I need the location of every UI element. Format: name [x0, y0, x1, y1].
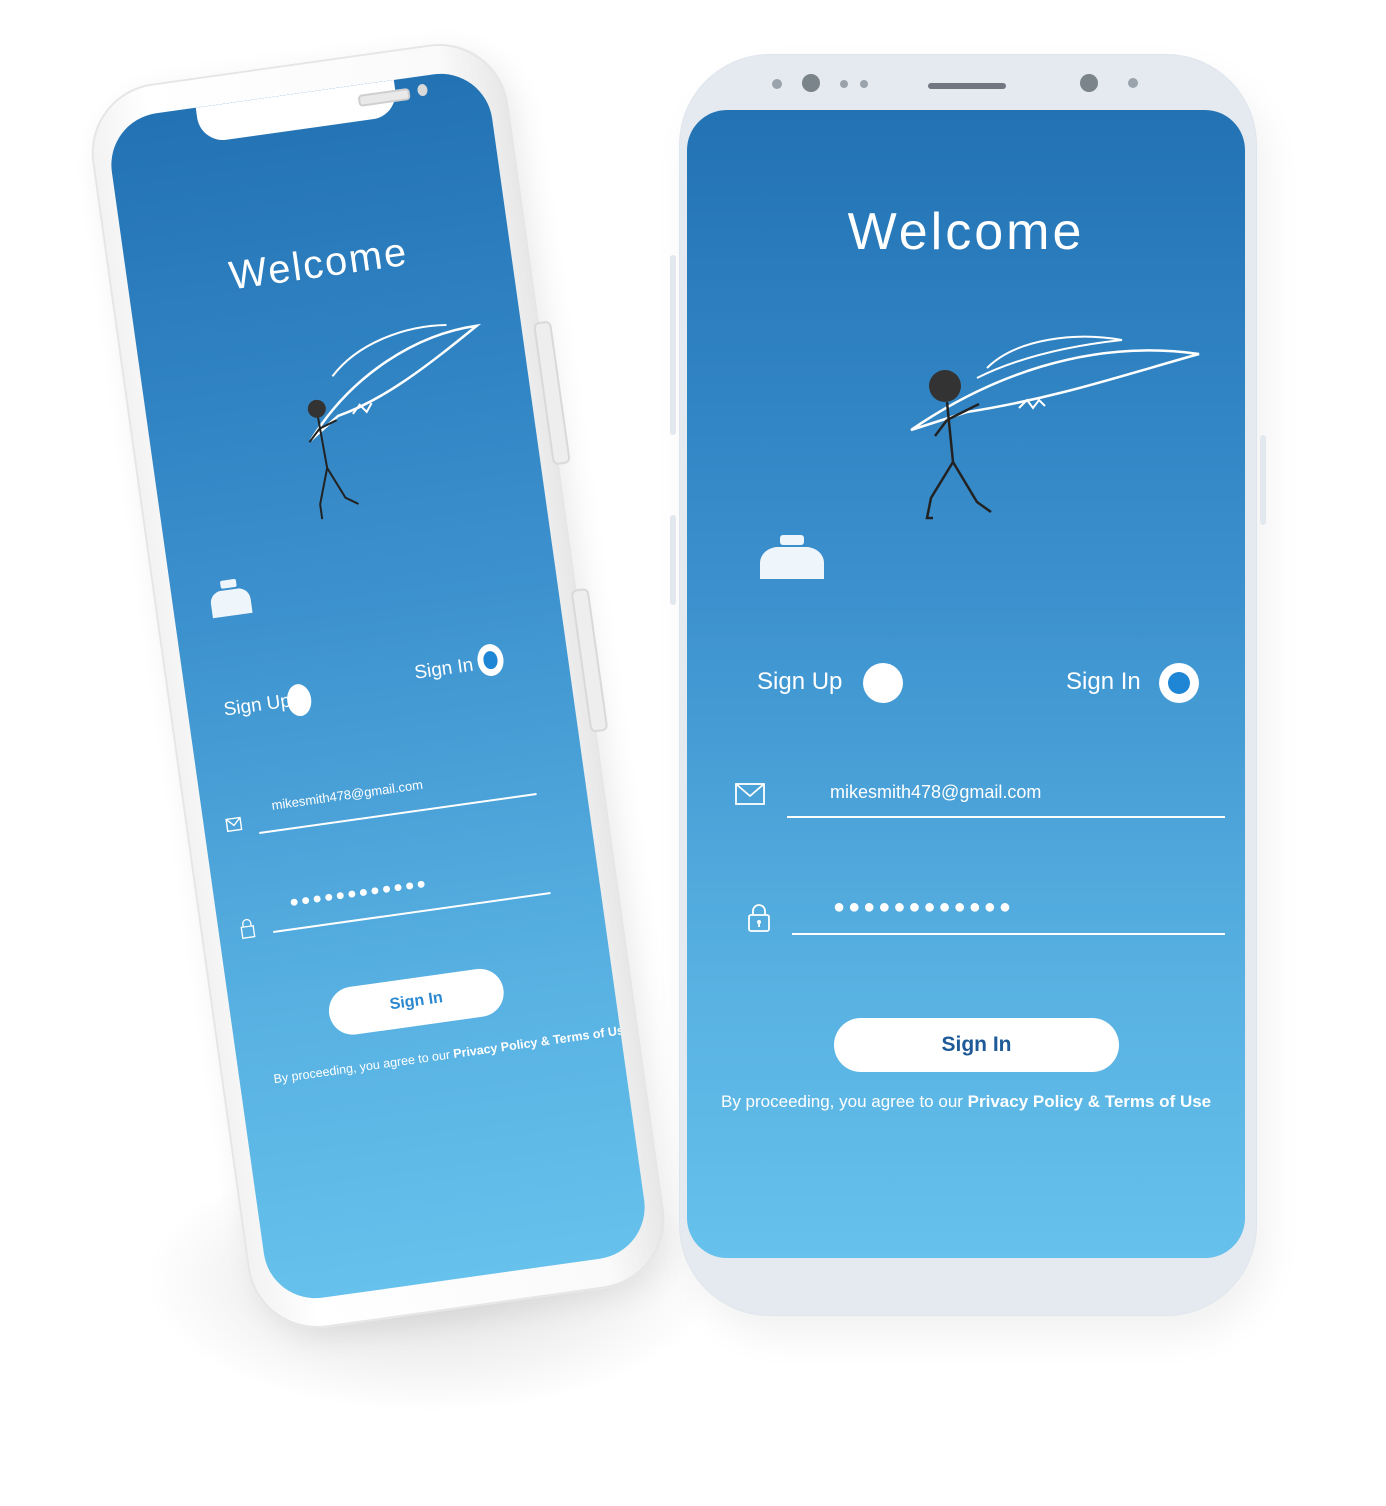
terms-link[interactable]: Privacy Policy & Terms of Use — [452, 1022, 631, 1061]
signin-radio[interactable] — [475, 642, 506, 678]
signin-button[interactable]: Sign In — [325, 965, 507, 1038]
iris-scanner — [1080, 74, 1098, 92]
sensor-dot — [1128, 78, 1138, 88]
stick-figure-feather-illustration — [307, 323, 482, 520]
earpiece — [928, 83, 1006, 89]
inkwell-icon — [210, 579, 253, 619]
sensor-dot — [860, 80, 868, 88]
terms-prefix: By proceeding, you agree to our — [272, 1047, 455, 1087]
signin-button[interactable]: Sign In — [834, 1018, 1119, 1072]
front-camera — [416, 83, 429, 97]
lock-icon — [240, 918, 256, 940]
power-button — [1260, 435, 1266, 525]
terms-prefix: By proceeding, you agree to our — [721, 1092, 968, 1111]
login-screen: Welcome Sign Up Sign In mikesmith478@gma… — [687, 110, 1245, 1258]
password-input[interactable]: ●●●●●●●●●●●● — [833, 896, 1014, 919]
volume-button — [670, 255, 676, 435]
signup-label: Sign Up — [222, 690, 293, 721]
email-underline — [787, 816, 1225, 818]
signin-label: Sign In — [413, 654, 475, 684]
stick-figure-feather-illustration — [910, 335, 1200, 520]
password-underline — [792, 933, 1225, 935]
envelope-icon — [225, 816, 243, 833]
inkwell-icon — [760, 535, 824, 579]
iphone-mockup: Welcome Sign Up Sign In mikesmith478@gma… — [82, 34, 674, 1338]
lock-icon — [748, 904, 770, 932]
sensor-dot — [840, 80, 848, 88]
signin-label: Sign In — [1066, 668, 1141, 695]
email-input[interactable]: mikesmith478@gmail.com — [271, 777, 424, 813]
android-mockup: Welcome Sign Up Sign In mikesmith478@gma… — [670, 55, 1266, 1315]
signup-label: Sign Up — [757, 668, 843, 695]
login-screen: Welcome Sign Up Sign In mikesmith478@gma… — [104, 67, 652, 1305]
speaker — [357, 87, 411, 107]
bixby-button — [670, 515, 676, 605]
password-input[interactable]: ●●●●●●●●●●●● — [288, 875, 429, 912]
welcome-title: Welcome — [847, 203, 1085, 261]
sensor-dot — [772, 79, 782, 89]
signin-radio[interactable] — [1159, 663, 1199, 703]
signup-radio[interactable] — [863, 663, 903, 703]
terms-link[interactable]: Privacy Policy & Terms of Use — [968, 1092, 1211, 1111]
terms-text: By proceeding, you agree to our Privacy … — [721, 1092, 1211, 1112]
email-input[interactable]: mikesmith478@gmail.com — [830, 782, 1041, 803]
envelope-icon — [735, 783, 765, 805]
terms-text: By proceeding, you agree to our Privacy … — [273, 1022, 632, 1086]
front-camera — [802, 74, 820, 92]
